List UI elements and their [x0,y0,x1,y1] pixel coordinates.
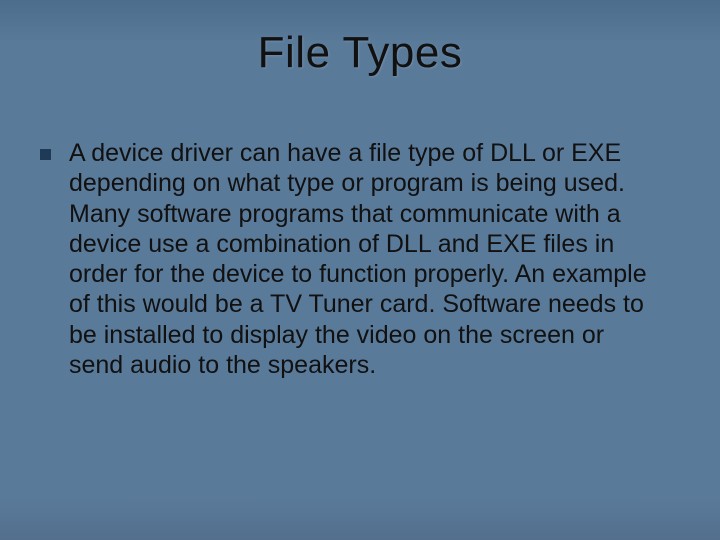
bullet-text: A device driver can have a file type of … [69,138,664,380]
square-bullet-icon [40,149,51,160]
presentation-slide: File Types A device driver can have a fi… [0,0,720,540]
slide-body: A device driver can have a file type of … [40,138,664,380]
list-item: A device driver can have a file type of … [40,138,664,380]
slide-title: File Types [0,28,720,78]
